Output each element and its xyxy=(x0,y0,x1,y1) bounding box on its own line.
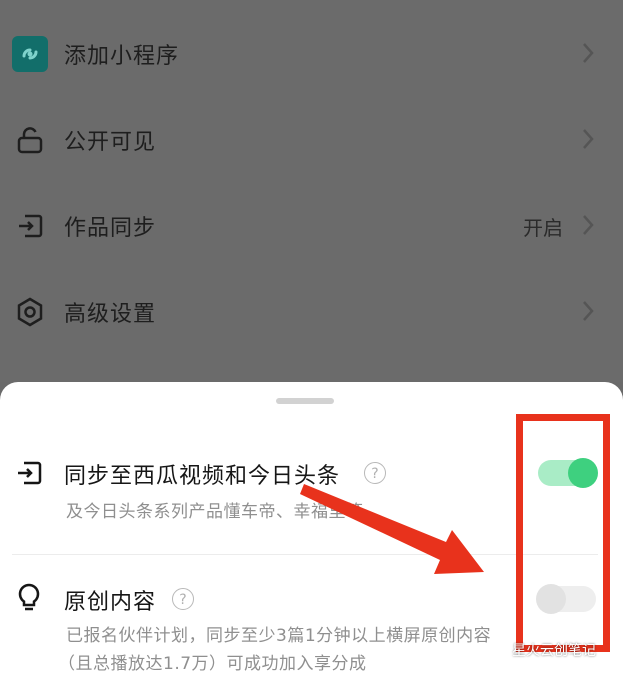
watermark: 星火云创笔记 xyxy=(484,640,596,660)
red-arrow-icon xyxy=(300,484,484,574)
wechat-icon xyxy=(484,642,505,658)
watermark-text: 星火云创笔记 xyxy=(512,643,596,659)
